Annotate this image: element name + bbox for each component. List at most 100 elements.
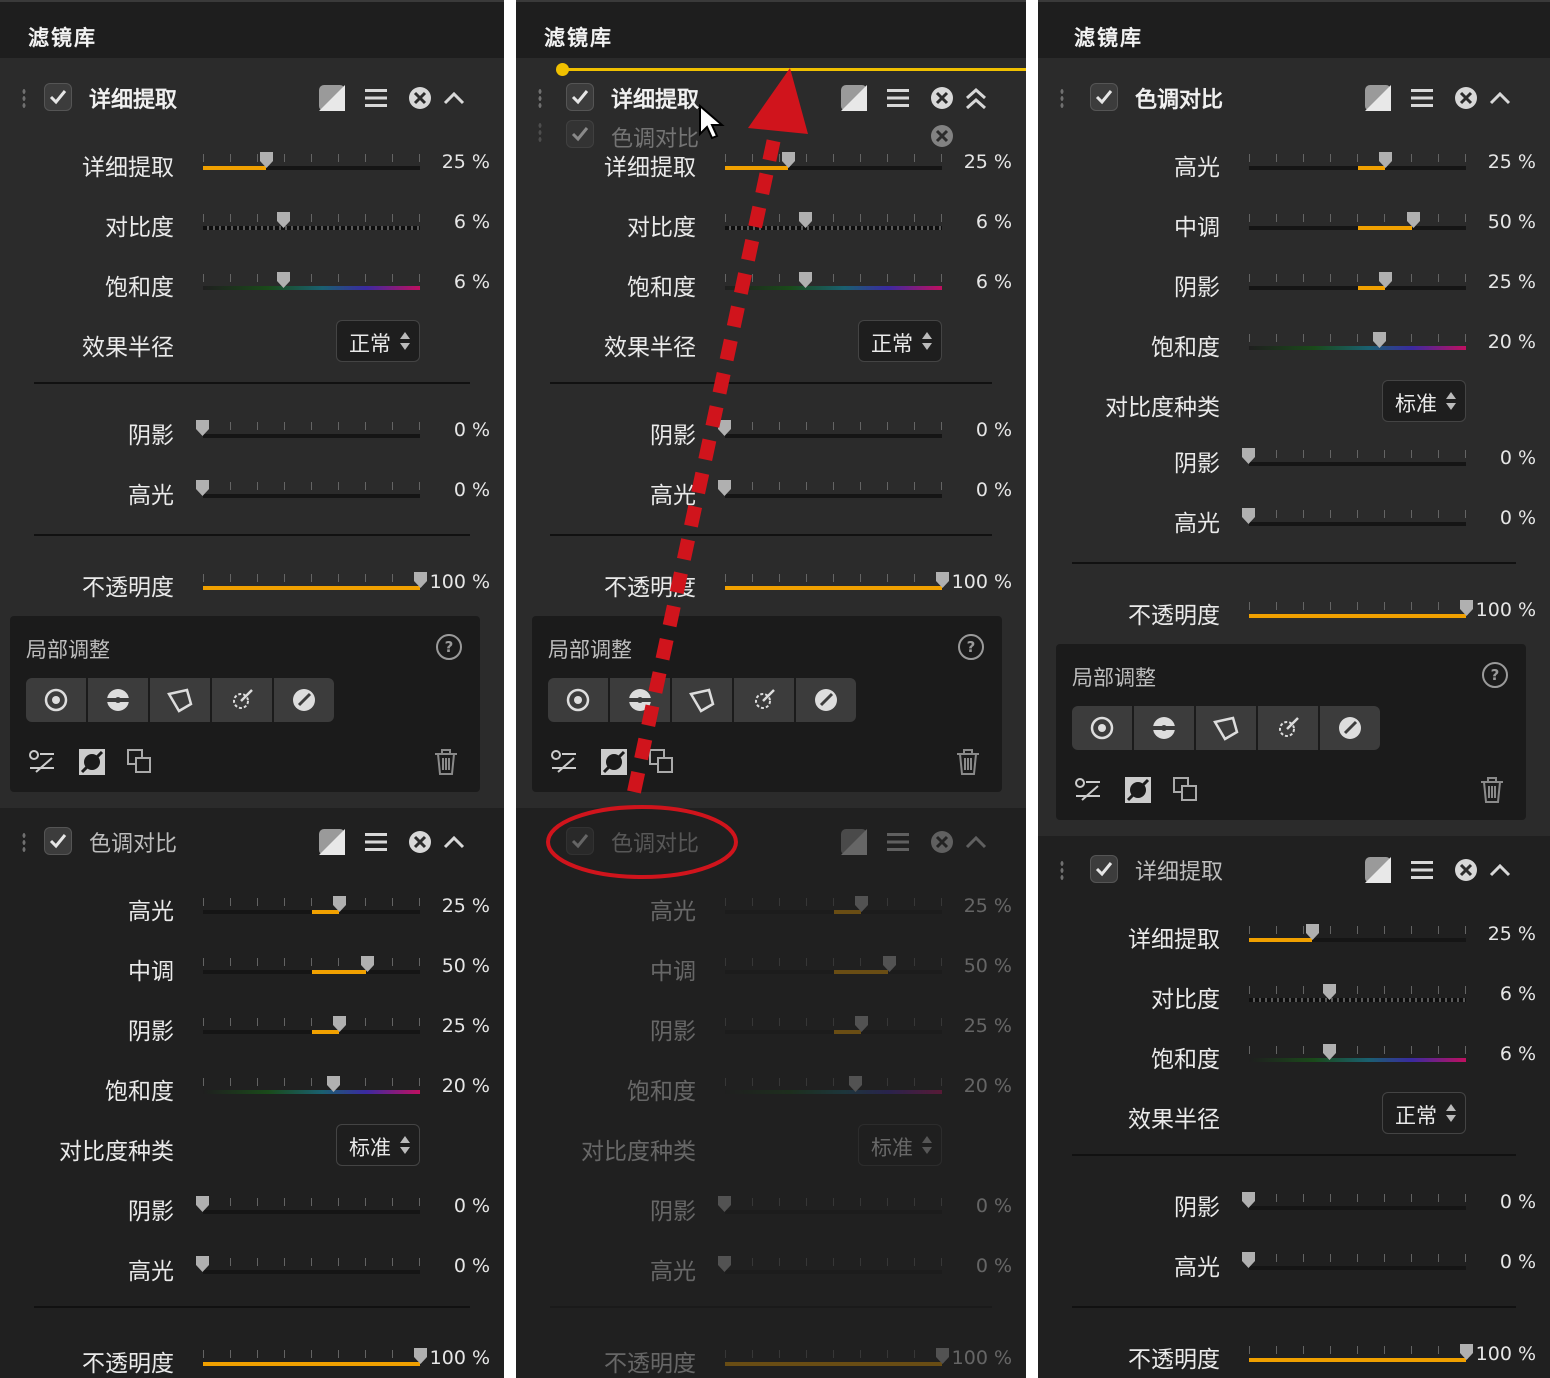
slider-knob[interactable]: [1306, 924, 1319, 940]
menu-icon[interactable]: [1408, 84, 1436, 112]
slider-knob[interactable]: [260, 152, 273, 168]
contrast-type-select[interactable]: 标准: [336, 1124, 420, 1166]
slider-row-saturation: 饱和度 6 %: [0, 262, 504, 302]
drag-grip-icon[interactable]: [22, 88, 26, 110]
slider-knob[interactable]: [196, 1196, 209, 1212]
auto-point-button[interactable]: [212, 678, 272, 722]
slider-knob[interactable]: [1242, 448, 1255, 464]
enable-checkbox[interactable]: [1090, 83, 1118, 111]
trash-icon[interactable]: [1476, 774, 1508, 806]
slider-knob[interactable]: [1407, 212, 1420, 228]
effect-radius-select[interactable]: 正常: [1382, 1092, 1466, 1134]
help-icon[interactable]: ?: [436, 634, 462, 660]
trash-icon[interactable]: [430, 746, 462, 778]
slider-knob[interactable]: [333, 896, 346, 912]
polygon-button[interactable]: [1196, 706, 1256, 750]
chevron-up-icon[interactable]: [440, 84, 468, 112]
mask-icon[interactable]: [318, 828, 346, 856]
slider-track[interactable]: [203, 226, 420, 230]
brush-button[interactable]: [1320, 706, 1380, 750]
slider-knob[interactable]: [277, 272, 290, 288]
control-point-button[interactable]: [1072, 706, 1132, 750]
slider-knob[interactable]: [1323, 1044, 1336, 1060]
slider-knob[interactable]: [1379, 152, 1392, 168]
slider-knob[interactable]: [414, 572, 427, 588]
close-circle-icon[interactable]: [1452, 856, 1480, 884]
slider-knob[interactable]: [196, 480, 209, 496]
slider-knob[interactable]: [361, 956, 374, 972]
close-circle-icon[interactable]: [1452, 84, 1480, 112]
slider-knob[interactable]: [1242, 508, 1255, 524]
enable-checkbox[interactable]: [44, 83, 72, 111]
invert-icon[interactable]: [76, 746, 108, 778]
slider-knob[interactable]: [1323, 984, 1336, 1000]
link-icon[interactable]: [26, 746, 58, 778]
enable-checkbox[interactable]: [1090, 855, 1118, 883]
slider-knob[interactable]: [1242, 1192, 1255, 1208]
contrast-type-select[interactable]: 标准: [1382, 380, 1466, 422]
slider-ticks: [725, 1078, 942, 1086]
slider-track[interactable]: [1249, 1058, 1466, 1062]
close-circle-icon[interactable]: [406, 84, 434, 112]
slider-knob[interactable]: [1460, 600, 1473, 616]
slider-knob[interactable]: [1460, 1344, 1473, 1360]
slider-fill: [203, 586, 420, 590]
slider-track[interactable]: [203, 494, 420, 498]
effect-radius-select[interactable]: 正常: [336, 320, 420, 362]
slider-track[interactable]: [203, 286, 420, 290]
slider-track[interactable]: [203, 434, 420, 438]
menu-icon[interactable]: [1408, 856, 1436, 884]
select-row: 对比度种类 标准: [1038, 380, 1550, 422]
slider-knob[interactable]: [1242, 1252, 1255, 1268]
menu-icon[interactable]: [362, 84, 390, 112]
slider-track[interactable]: [203, 1090, 420, 1094]
slider-track[interactable]: [203, 1210, 420, 1214]
mask-icon[interactable]: [1364, 84, 1392, 112]
slider-track[interactable]: [203, 1270, 420, 1274]
slider-knob[interactable]: [1373, 332, 1386, 348]
slider-track[interactable]: [1249, 346, 1466, 350]
selection-brush-icon: [1152, 717, 1176, 739]
selection-brush-button[interactable]: [1134, 706, 1194, 750]
copy-icon[interactable]: [1170, 774, 1202, 806]
slider-knob[interactable]: [1379, 272, 1392, 288]
drag-grip-icon[interactable]: [1060, 88, 1064, 110]
mask-icon[interactable]: [318, 84, 346, 112]
polygon-button[interactable]: [150, 678, 210, 722]
invert-icon[interactable]: [1122, 774, 1154, 806]
slider-knob[interactable]: [196, 420, 209, 436]
slider-knob[interactable]: [414, 1348, 427, 1364]
selection-brush-button[interactable]: [88, 678, 148, 722]
slider-track[interactable]: [1249, 462, 1466, 466]
auto-point-button[interactable]: [1258, 706, 1318, 750]
slider-row-shadow: 阴影 0 %: [1038, 1182, 1550, 1222]
brush-button[interactable]: [274, 678, 334, 722]
divider: [1072, 1306, 1516, 1308]
slider-value: 25 %: [441, 151, 490, 173]
chevron-up-icon[interactable]: [1486, 856, 1514, 884]
slider-ticks: [1249, 986, 1466, 994]
close-circle-icon[interactable]: [406, 828, 434, 856]
copy-icon[interactable]: [124, 746, 156, 778]
slider-knob[interactable]: [196, 1256, 209, 1272]
mask-icon[interactable]: [1364, 856, 1392, 884]
enable-checkbox[interactable]: [44, 827, 72, 855]
link-icon[interactable]: [1072, 774, 1104, 806]
drag-grip-icon[interactable]: [1060, 860, 1064, 882]
slider-track[interactable]: [1249, 1206, 1466, 1210]
slider-ticks: [203, 482, 420, 490]
chevron-up-icon[interactable]: [440, 828, 468, 856]
slider-track[interactable]: [1249, 1266, 1466, 1270]
slider-knob[interactable]: [277, 212, 290, 228]
slider-value: 0 %: [1499, 1251, 1536, 1273]
slider-track[interactable]: [1249, 522, 1466, 526]
chevron-up-icon[interactable]: [1486, 84, 1514, 112]
slider-knob[interactable]: [327, 1076, 340, 1092]
control-point-button[interactable]: [26, 678, 86, 722]
menu-icon[interactable]: [362, 828, 390, 856]
slider-track[interactable]: [1249, 998, 1466, 1002]
slider-knob[interactable]: [333, 1016, 346, 1032]
help-icon[interactable]: ?: [1482, 662, 1508, 688]
module-header: 色调对比: [1038, 68, 1550, 128]
drag-grip-icon[interactable]: [22, 832, 26, 854]
